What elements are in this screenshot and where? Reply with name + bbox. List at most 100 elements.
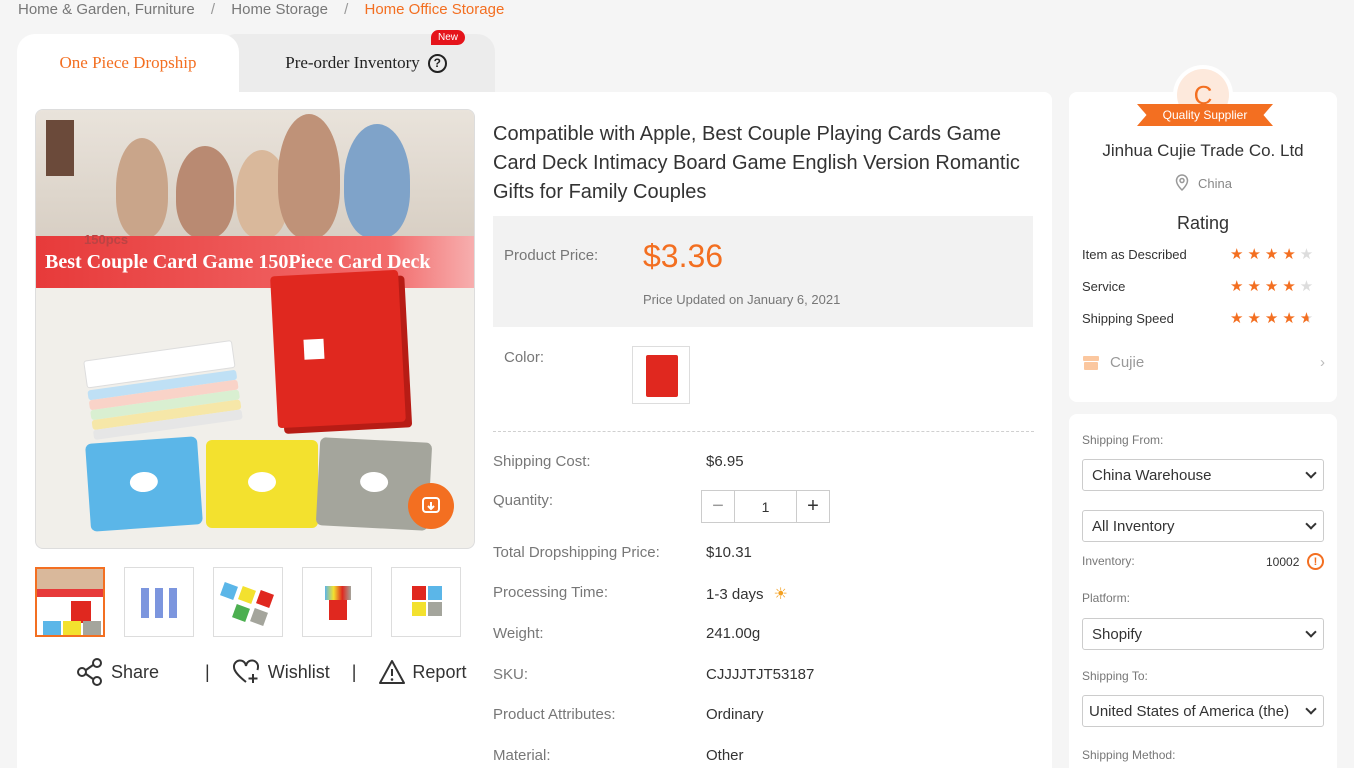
share-label: Share (111, 661, 160, 682)
heart-plus-icon (232, 659, 259, 683)
weight-value: 241.00g (706, 625, 761, 642)
action-divider: | (351, 661, 357, 682)
inventory-label: Inventory: (1082, 554, 1135, 568)
location-pin-icon (1175, 174, 1189, 192)
supplier-card: C Quality Supplier Jinhua Cujie Trade Co… (1069, 65, 1337, 402)
total-price-value: $10.31 (706, 544, 752, 561)
shipping-cost-label: Shipping Cost: (493, 453, 591, 470)
quantity-input[interactable] (734, 491, 797, 522)
tab-one-piece-dropship[interactable]: One Piece Dropship (17, 34, 239, 92)
shipping-method-label: Shipping Method: (1082, 748, 1176, 762)
rating-row-service: Service ★★★★★ (1082, 278, 1327, 295)
processing-time-value: 1-3 days ☀ (706, 584, 788, 604)
product-photo-people (36, 110, 474, 238)
help-icon[interactable]: ? (427, 53, 447, 73)
main-product-image[interactable]: 150pcs Best Couple Card Game 150Piece Ca… (35, 109, 475, 549)
breadcrumb-separator: / (344, 1, 349, 18)
platform-select[interactable]: Shopify (1082, 618, 1324, 650)
shipping-card: Shipping From: China Warehouse All Inven… (1069, 414, 1337, 768)
share-icon (77, 658, 102, 686)
inventory-value: 10002 (1266, 555, 1300, 569)
chevron-down-icon (1305, 626, 1317, 638)
thumbnail-5[interactable] (391, 567, 461, 637)
shipping-cost-value: $6.95 (706, 453, 744, 470)
wishlist-button[interactable]: Wishlist (232, 659, 330, 685)
color-label: Color: (504, 349, 545, 366)
quantity-decrease-button[interactable]: − (702, 491, 734, 522)
price-label: Product Price: (504, 247, 599, 264)
yellow-card-graphic (206, 440, 318, 528)
thumbnail-4[interactable] (302, 567, 372, 637)
store-name: Cujie (1110, 354, 1145, 371)
card-stack-graphic (83, 339, 243, 441)
lightbulb-icon[interactable]: ☀ (774, 586, 788, 603)
sku-label: SKU: (493, 666, 529, 683)
processing-time-text: 1-3 days (706, 586, 764, 603)
quantity-stepper: − + (701, 490, 830, 523)
supplier-store-link[interactable]: Cujie › (1082, 354, 1325, 371)
supplier-name[interactable]: Jinhua Cujie Trade Co. Ltd (1069, 141, 1337, 161)
quantity-label: Quantity: (493, 492, 554, 509)
share-button[interactable]: Share (75, 657, 159, 687)
breadcrumb-home-storage[interactable]: Home Storage (231, 1, 328, 18)
attributes-label: Product Attributes: (493, 706, 616, 723)
divider (493, 431, 1034, 432)
shipping-from-select[interactable]: China Warehouse (1082, 459, 1324, 491)
breadcrumb-home-garden[interactable]: Home & Garden, Furniture (18, 1, 195, 18)
star-rating-icon: ★★★★★ (1230, 310, 1318, 327)
tab-preorder-label: Pre-order Inventory (285, 53, 420, 72)
quality-supplier-ribbon: Quality Supplier (1137, 104, 1273, 126)
warning-icon (379, 660, 406, 684)
product-title: Compatible with Apple, Best Couple Playi… (493, 123, 1020, 203)
inventory-info-icon[interactable]: ! (1307, 553, 1324, 570)
inventory-type-value: All Inventory (1092, 517, 1175, 535)
shipping-to-select[interactable]: United States of America (the) (1082, 695, 1324, 727)
chevron-down-icon (1305, 703, 1317, 715)
chevron-down-icon (1305, 467, 1317, 479)
quantity-increase-button[interactable]: + (797, 491, 829, 522)
banner-sub: 150pcs (84, 232, 129, 247)
inventory-type-select[interactable]: All Inventory (1082, 510, 1324, 542)
shipping-to-label: Shipping To: (1082, 669, 1148, 683)
store-icon (1083, 355, 1099, 370)
shipping-from-value: China Warehouse (1092, 466, 1212, 484)
product-image-banner: 150pcs Best Couple Card Game 150Piece Ca… (36, 232, 474, 288)
download-icon (422, 497, 440, 513)
thumbnail-3[interactable] (213, 567, 283, 637)
action-divider: | (205, 661, 210, 682)
supplier-location: China (1069, 174, 1337, 192)
platform-value: Shopify (1092, 625, 1143, 643)
rating-row-shipping-speed: Shipping Speed ★★★★★ (1082, 310, 1327, 327)
material-label: Material: (493, 747, 551, 764)
attributes-value: Ordinary (706, 706, 764, 723)
shipping-from-label: Shipping From: (1082, 433, 1164, 447)
color-option-red[interactable] (632, 346, 690, 404)
tab-dropship-label: One Piece Dropship (59, 53, 197, 72)
report-button[interactable]: Report (378, 659, 466, 685)
star-rating-icon: ★★★★★ (1230, 246, 1318, 263)
breadcrumb-separator: / (210, 1, 216, 18)
red-card-box-graphic (270, 269, 406, 429)
product-price: $3.36 (643, 238, 724, 274)
breadcrumb-current[interactable]: Home Office Storage (365, 1, 505, 18)
rating-title: Rating (1176, 213, 1230, 233)
price-updated: Price Updated on January 6, 2021 (643, 292, 841, 307)
thumbnail-2[interactable] (124, 567, 194, 637)
report-label: Report (412, 661, 467, 682)
wishlist-label: Wishlist (267, 661, 330, 682)
platform-label: Platform: (1082, 591, 1131, 605)
chevron-right-icon: › (1320, 354, 1325, 371)
total-price-label: Total Dropshipping Price: (493, 544, 660, 561)
material-value: Other (706, 747, 744, 764)
rating-label: Item as Described (1082, 247, 1187, 262)
breadcrumb: Home & Garden, Furniture / Home Storage … (18, 1, 504, 18)
price-box: Product Price: $3.36 Price Updated on Ja… (493, 216, 1033, 327)
processing-time-label: Processing Time: (493, 584, 609, 601)
rating-label: Service (1082, 279, 1126, 294)
chevron-down-icon (1305, 518, 1317, 530)
download-image-button[interactable] (408, 483, 454, 529)
weight-label: Weight: (493, 625, 544, 642)
supplier-location-text: China (1198, 176, 1232, 191)
thumbnail-1[interactable] (35, 567, 105, 637)
listing-tabs: Pre-order Inventory ? One Piece Dropship… (17, 30, 495, 92)
